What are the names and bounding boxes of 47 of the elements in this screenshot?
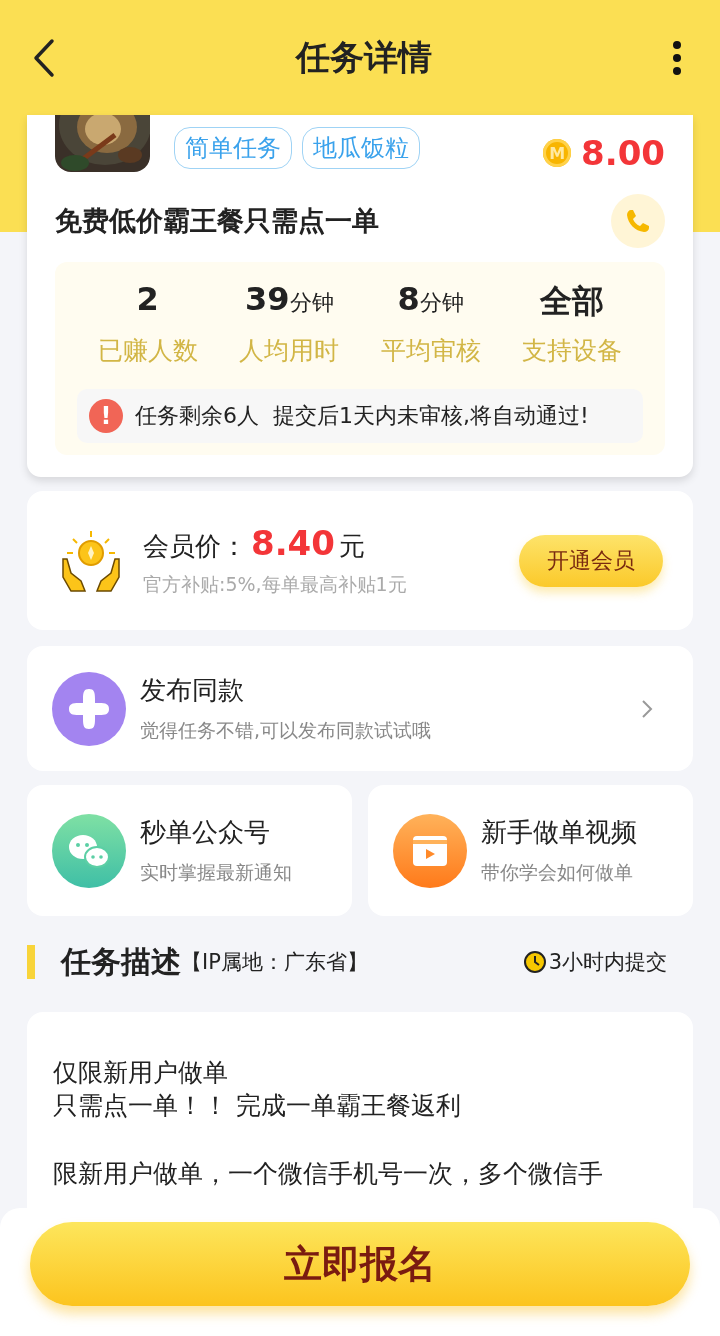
page-title: 任务详情 <box>296 35 432 79</box>
section-marker <box>27 945 35 979</box>
more-icon[interactable] <box>672 40 682 75</box>
card-title: 新手做单视频 <box>481 816 638 849</box>
chevron-right-icon <box>641 698 653 719</box>
publish-card[interactable]: 发布同款 觉得任务不错,可以发布同款试试哦 <box>27 646 693 771</box>
member-price-label: 会员价： <box>143 530 247 563</box>
stat-value: 39 <box>245 280 290 318</box>
video-clapper-icon <box>393 813 467 888</box>
card-subtitle: 带你学会如何做单 <box>481 860 634 885</box>
stat-label: 已赚人数 <box>97 335 198 367</box>
warning-icon: ! <box>89 399 123 433</box>
description-text: 仅限新用户做单 <box>53 1057 229 1089</box>
coin-hands-icon <box>59 528 123 593</box>
stat-unit: 分钟 <box>419 290 464 317</box>
stat-value: 2 <box>136 280 159 318</box>
subsidy-text: 官方补贴:5%,每单最高补贴1元 <box>143 572 407 597</box>
phone-icon <box>624 207 652 235</box>
shortcut-card[interactable]: 秒单公众号 实时掌握最新通知 <box>27 785 352 916</box>
back-icon[interactable] <box>32 37 56 78</box>
task-title: 免费低价霸王餐只需点一单 <box>55 204 379 238</box>
deadline-text: 3小时内提交 <box>548 949 667 976</box>
shortcut-card[interactable]: 新手做单视频 带你学会如何做单 <box>368 785 693 916</box>
stat-label: 平均审核 <box>380 335 481 367</box>
card-subtitle: 觉得任务不错,可以发布同款试试哦 <box>140 718 433 743</box>
stat-value: 8 <box>397 280 420 318</box>
stat-value: 全部 <box>540 281 605 322</box>
chat-bubbles-icon <box>52 813 126 888</box>
notice-text: 任务剩余6人 提交后1天内未审核,将自动通过! <box>135 402 589 430</box>
description-text: 只需点一单！！ 完成一单霸王餐返利 <box>53 1090 462 1122</box>
card-title: 发布同款 <box>140 674 245 707</box>
coin-icon: M <box>543 139 572 167</box>
stat-label: 人均用时 <box>239 335 340 367</box>
section-title: 任务描述 <box>61 942 181 981</box>
description-text: 限新用户做单，一个微信手机号一次，多个微信手 <box>53 1158 604 1190</box>
stat-label: 支持设备 <box>522 335 623 367</box>
ip-location: 【IP属地：广东省】 <box>181 949 368 976</box>
reward-price: 8.00 <box>581 133 665 173</box>
card-title: 秒单公众号 <box>140 816 271 849</box>
clock-icon <box>522 950 547 974</box>
currency-unit: 元 <box>338 530 365 563</box>
stat-unit: 分钟 <box>289 290 334 317</box>
member-price: 8.40 <box>251 523 335 563</box>
open-membership-button[interactable]: 开通会员 <box>519 534 663 587</box>
plus-icon <box>52 671 126 746</box>
card-subtitle: 实时掌握最新通知 <box>140 860 293 885</box>
signup-button[interactable]: 立即报名 <box>30 1222 690 1306</box>
